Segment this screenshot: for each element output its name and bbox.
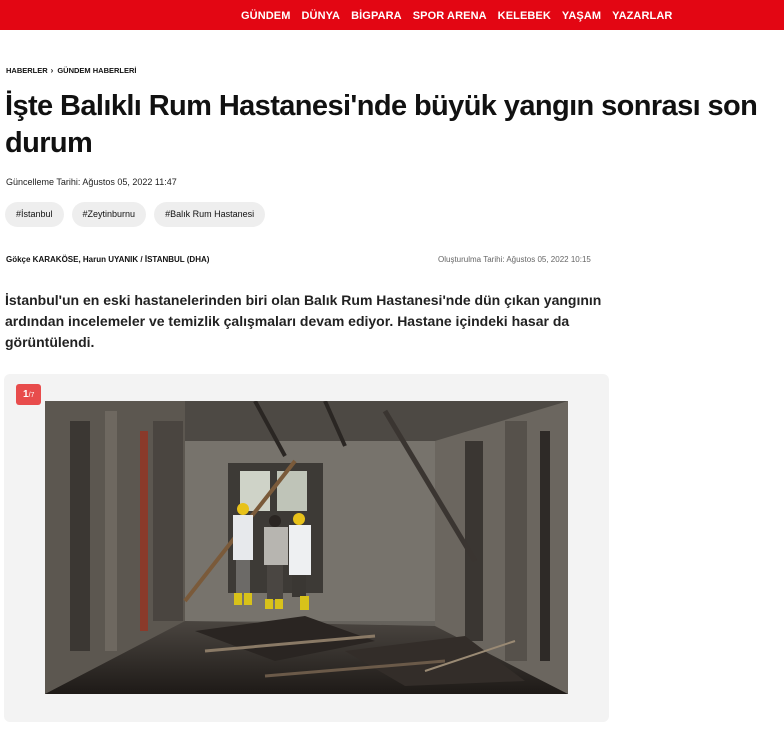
tag-balik-rum-hastanesi[interactable]: #Balık Rum Hastanesi bbox=[154, 202, 266, 227]
nav-link-bigpara[interactable]: BİGPARA bbox=[351, 10, 402, 22]
tag-istanbul[interactable]: #İstanbul bbox=[5, 202, 64, 227]
nav-item-kelebek[interactable]: KELEBEK bbox=[498, 6, 551, 24]
nav-item-bigpara[interactable]: BİGPARA bbox=[351, 6, 402, 24]
chevron-right-icon: › bbox=[50, 66, 54, 75]
tag-list: #İstanbul #Zeytinburnu #Balık Rum Hastan… bbox=[5, 202, 273, 227]
nav-item-yazarlar[interactable]: YAZARLAR bbox=[612, 6, 672, 24]
title-line-2: durum bbox=[5, 127, 93, 159]
nav-link-kelebek[interactable]: KELEBEK bbox=[498, 10, 551, 22]
nav-item-yasam[interactable]: YAŞAM bbox=[562, 6, 601, 24]
nav-link-dunya[interactable]: DÜNYA bbox=[302, 10, 341, 22]
burned-hospital-corridor-photo[interactable] bbox=[45, 401, 568, 694]
photo-counter-badge: 1/7 bbox=[16, 384, 42, 405]
nav-link-yazarlar[interactable]: YAZARLAR bbox=[612, 10, 672, 22]
page-title: İşte Balıklı Rum Hastanesi'nde büyük yan… bbox=[5, 88, 783, 162]
title-line-1: İşte Balıklı Rum Hastanesi'nde büyük yan… bbox=[5, 90, 758, 122]
photo-gallery: 1/7 bbox=[4, 374, 609, 722]
breadcrumb-home[interactable]: HABERLER bbox=[6, 66, 48, 75]
nav-item-spor-arena[interactable]: SPOR ARENA bbox=[413, 6, 487, 24]
tag-zeytinburnu[interactable]: #Zeytinburnu bbox=[71, 202, 147, 227]
nav-link-yasam[interactable]: YAŞAM bbox=[562, 10, 601, 22]
breadcrumb-section[interactable]: GÜNDEM HABERLERİ bbox=[57, 66, 136, 75]
breadcrumb: HABERLER › GÜNDEM HABERLERİ bbox=[6, 66, 137, 75]
nav-item-gundem[interactable]: GÜNDEM bbox=[241, 6, 291, 24]
article-summary: İstanbul'un en eski hastanelerinden biri… bbox=[5, 292, 602, 350]
nav-link-gundem[interactable]: GÜNDEM bbox=[241, 10, 291, 22]
nav-item-dunya[interactable]: DÜNYA bbox=[302, 6, 341, 24]
author-byline: Gökçe KARAKÖSE, Harun UYANIK / İSTANBUL … bbox=[6, 255, 210, 264]
photo-counter-total: /7 bbox=[28, 392, 35, 399]
nav-link-spor-arena[interactable]: SPOR ARENA bbox=[413, 10, 487, 22]
updated-date: Güncelleme Tarihi: Ağustos 05, 2022 11:4… bbox=[6, 177, 177, 187]
top-navigation: GÜNDEM DÜNYA BİGPARA SPOR ARENA KELEBEK … bbox=[0, 0, 784, 30]
created-date: Oluşturulma Tarihi: Ağustos 05, 2022 10:… bbox=[438, 255, 591, 264]
nav-menu: GÜNDEM DÜNYA BİGPARA SPOR ARENA KELEBEK … bbox=[241, 0, 683, 30]
